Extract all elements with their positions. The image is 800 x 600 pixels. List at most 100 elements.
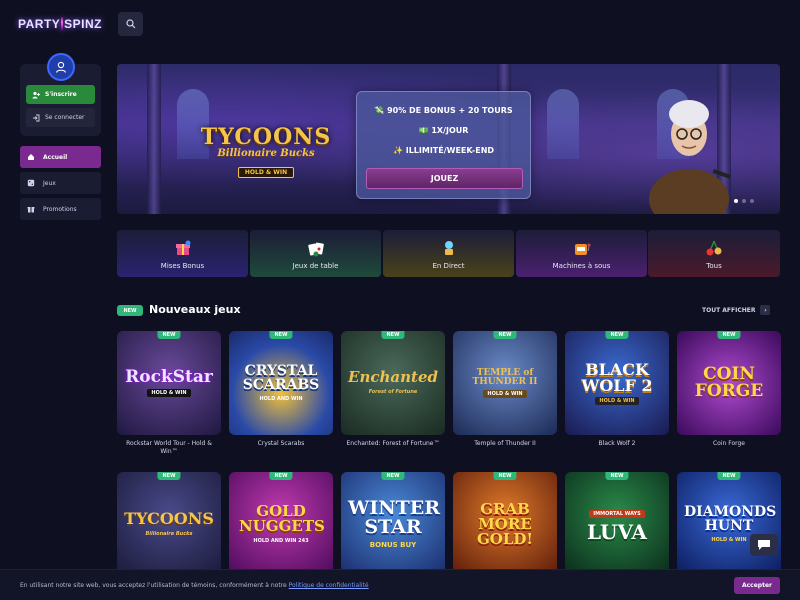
sidebar-item-label: Jeux [43, 179, 56, 187]
game-tile-grab-more-gold[interactable]: NEW GRAB MORE GOLD! [453, 472, 557, 576]
chevron-right-icon: › [760, 305, 771, 315]
chat-icon [758, 540, 770, 550]
sidebar-item-home[interactable]: Accueil [20, 146, 101, 168]
tile-art-sub: HOLD & WIN [147, 389, 191, 397]
hero-game-badge: HOLD & WIN [237, 167, 295, 178]
slot-machine-icon [574, 243, 590, 255]
game-tile-diamonds-hunt[interactable]: NEW DIAMONDS HUNT HOLD & WIN [677, 472, 781, 576]
category-all[interactable]: Tous [648, 230, 780, 277]
tile-art-sub: HOLD & WIN [711, 536, 747, 543]
hero-banner[interactable]: TYCOONS Billionaire Bucks HOLD & WIN 💸 9… [117, 64, 780, 214]
search-button[interactable] [118, 12, 143, 36]
brand-logo[interactable]: PARTY SPINZ [18, 12, 102, 36]
tile-art-sub: Forest of Fortune [368, 389, 418, 395]
tile-art-title: DIAMONDS HUNT [684, 503, 777, 534]
tile-new-badge: NEW [493, 472, 517, 480]
sidebar-item-label: Promotions [43, 205, 77, 213]
play-button[interactable]: JOUEZ [366, 168, 523, 189]
add-user-icon [32, 91, 40, 98]
promo-box: 💸 90% DE BONUS + 20 TOURS 💵 1X/JOUR ✨ IL… [356, 91, 531, 199]
category-live[interactable]: En Direct [383, 230, 514, 277]
promo-line: ✨ ILLIMITÉ/WEEK-END [392, 146, 495, 155]
game-tile-coin-forge[interactable]: NEW COIN FORGE [677, 331, 781, 435]
game-caption[interactable]: Temple of Thunder II [453, 440, 557, 448]
hero-pillar-decor [147, 64, 161, 214]
game-tile-tycoons[interactable]: NEW TYCOONS Billionaire Bucks [117, 472, 221, 576]
gift-icon [27, 207, 35, 213]
game-tile-gold-nuggets[interactable]: NEW GOLD NUGGETS HOLD AND WIN 243 [229, 472, 333, 576]
game-tile-luva[interactable]: NEW IMMORTAL WAYS LUVA [565, 472, 669, 576]
chat-button[interactable] [750, 534, 778, 556]
carousel-dot[interactable] [734, 199, 738, 203]
accept-cookies-button[interactable]: Accepter [734, 577, 780, 594]
register-button[interactable]: S'inscrire [26, 85, 95, 104]
hero-game-logo: TYCOONS Billionaire Bucks HOLD & WIN [195, 124, 337, 178]
category-bonus-bets[interactable]: Mises Bonus [117, 230, 248, 277]
tile-new-badge: NEW [717, 331, 741, 339]
tile-art-sub: HOLD & WIN [595, 396, 639, 405]
tile-art-sub: HOLD AND WIN 243 [253, 537, 309, 544]
game-caption[interactable]: Crystal Scarabs [229, 440, 333, 448]
logo-text-right: SPINZ [64, 17, 102, 31]
game-tile-enchanted[interactable]: NEW Enchanted Forest of Fortune [341, 331, 445, 435]
game-tile-black-wolf-2[interactable]: NEW BLACK WOLF 2 HOLD & WIN [565, 331, 669, 435]
game-tile-crystal-scarabs[interactable]: NEW CRYSTAL SCARABS HOLD AND WIN [229, 331, 333, 435]
see-all-label: TOUT AFFICHER [702, 306, 756, 314]
search-icon [125, 19, 135, 29]
tile-art-title: TYCOONS [124, 508, 214, 528]
promo-line: 💵 1X/JOUR [418, 126, 469, 135]
gift-box-icon [175, 240, 190, 255]
cards-icon [307, 242, 324, 257]
tile-new-badge: NEW [605, 331, 629, 339]
sidebar-item-label: Accueil [43, 153, 68, 161]
login-label: Se connecter [45, 114, 85, 121]
home-icon [28, 154, 34, 160]
game-caption[interactable]: Black Wolf 2 [565, 440, 669, 448]
hero-game-title: TYCOONS [200, 124, 332, 150]
login-button[interactable]: Se connecter [26, 108, 95, 127]
category-table-games[interactable]: Jeux de table [250, 230, 381, 277]
tile-art-sub: IMMORTAL WAYS [589, 509, 645, 518]
tile-new-badge: NEW [269, 472, 293, 480]
category-label: En Direct [432, 262, 465, 270]
category-slots[interactable]: Machines à sous [516, 230, 647, 277]
tile-new-badge: NEW [717, 472, 741, 480]
tile-new-badge: NEW [493, 331, 517, 339]
live-dealer-icon [444, 241, 453, 255]
tile-art-title: WINTER STAR [348, 496, 441, 538]
category-label: Jeux de table [292, 262, 339, 270]
tile-art-title: BLACK WOLF 2 [581, 359, 653, 395]
category-label: Machines à sous [552, 262, 611, 270]
tile-new-badge: NEW [269, 331, 293, 339]
sidebar-item-promotions[interactable]: Promotions [20, 198, 101, 220]
tile-art-title: TEMPLE of THUNDER II [472, 367, 538, 387]
game-tile-temple-of-thunder[interactable]: NEW TEMPLE of THUNDER II HOLD & WIN [453, 331, 557, 435]
game-caption[interactable]: Coin Forge [677, 440, 781, 448]
tile-art-title: LUVA [587, 519, 647, 544]
tile-new-badge: NEW [381, 331, 405, 339]
register-label: S'inscrire [45, 91, 77, 98]
hero-window-decor [547, 89, 579, 159]
tile-art-title: COIN FORGE [694, 364, 764, 401]
cookie-text-wrap: En utilisant notre site web, vous accept… [20, 582, 369, 589]
tile-art-title: RockStar [125, 367, 213, 387]
tile-new-badge: NEW [157, 331, 181, 339]
game-tile-rockstar[interactable]: NEW RockStar HOLD & WIN [117, 331, 221, 435]
carousel-dot[interactable] [750, 199, 754, 203]
tile-new-badge: NEW [381, 472, 405, 480]
granny-character-illustration [649, 100, 731, 214]
dice-icon [27, 179, 35, 187]
tile-art-sub: Billionaire Bucks [145, 530, 193, 537]
user-icon [55, 61, 67, 73]
logo-ball-icon [61, 17, 64, 31]
carousel-dot[interactable] [742, 199, 746, 203]
tile-art-sub: HOLD & WIN [483, 389, 527, 398]
game-tile-winter-star[interactable]: NEW WINTER STAR BONUS BUY [341, 472, 445, 576]
game-caption[interactable]: Enchanted: Forest of Fortune™ [341, 440, 445, 448]
sidebar-item-games[interactable]: Jeux [20, 172, 101, 194]
privacy-policy-link[interactable]: Politique de confidentialité [289, 582, 369, 589]
user-avatar[interactable] [47, 53, 75, 81]
game-caption[interactable]: Rockstar World Tour - Hold & Win™ [117, 440, 221, 457]
see-all-link[interactable]: TOUT AFFICHER › [702, 305, 771, 315]
cookie-text: En utilisant notre site web, vous accept… [20, 582, 289, 589]
